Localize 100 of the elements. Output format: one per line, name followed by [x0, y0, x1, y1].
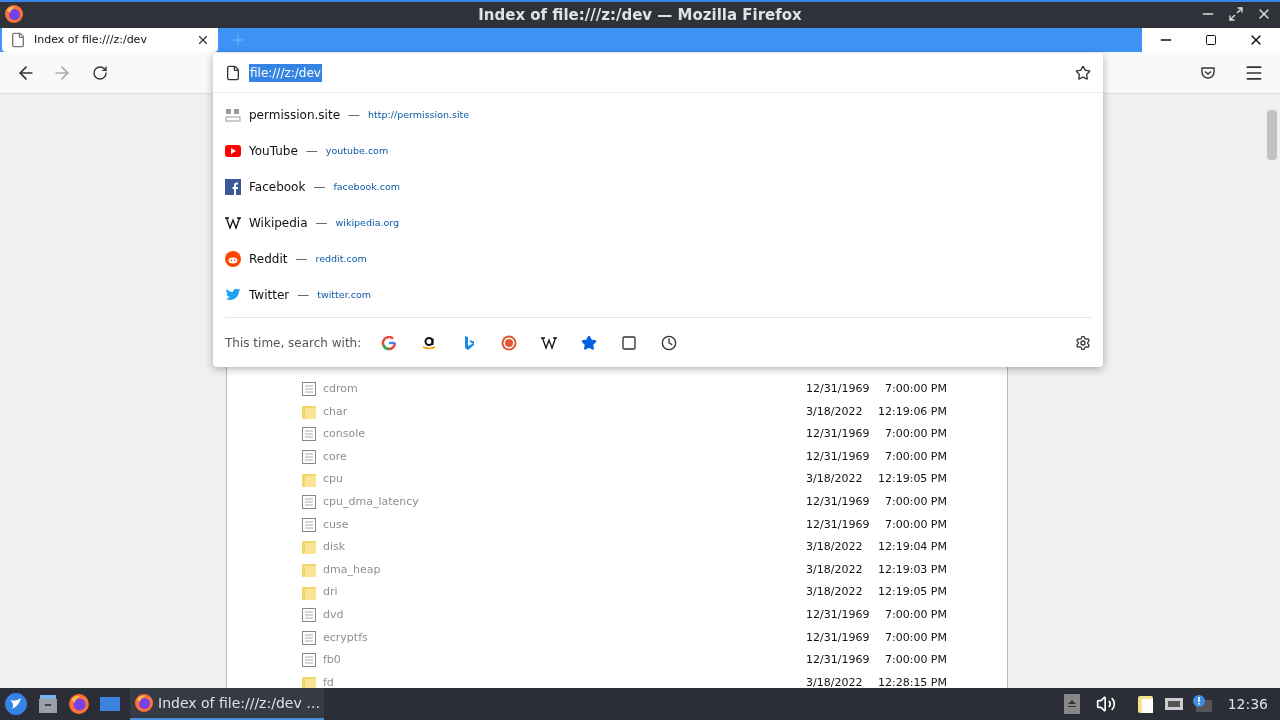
time-cell-text: 7:00:00 PM [883, 381, 947, 398]
file-cabinet-icon[interactable] [36, 692, 60, 716]
alien-logo-icon [225, 251, 241, 267]
dash-separator: — [295, 251, 308, 268]
suggestion-title: Reddit [249, 251, 288, 268]
file-name-link[interactable]: ecryptfs [323, 629, 732, 647]
a-logo-icon[interactable] [421, 334, 438, 351]
suggestion-item[interactable]: Reddit — reddit.com [213, 241, 1103, 277]
play-logo-icon [225, 143, 241, 159]
time-cell-text: 7:00:00 PM [883, 516, 947, 533]
clipboard-icon[interactable] [1135, 694, 1156, 714]
restore-icon[interactable] [1205, 34, 1217, 46]
search-with-label: This time, search with: [225, 334, 362, 352]
w-logo-icon[interactable] [541, 334, 558, 351]
clock: 12:36 [1227, 694, 1268, 714]
dash-separator: — [305, 143, 318, 160]
date-cell-text: 3/18/2022 [806, 561, 864, 578]
date-cell-text: 12/31/1969 [806, 607, 871, 623]
taskbar-task[interactable]: Index of file:///z:/dev … [130, 688, 325, 720]
dash-separator: — [348, 107, 361, 124]
document-icon [301, 652, 317, 669]
volume-icon[interactable] [1095, 694, 1116, 714]
suggestion-item[interactable]: Twitter — twitter.com [213, 277, 1103, 313]
suggestion-url: wikipedia.org [335, 215, 400, 230]
date-cell-text: 3/18/2022 [806, 403, 864, 420]
file-name-link[interactable]: fb0 [323, 652, 732, 669]
start-menu-icon[interactable] [4, 692, 28, 716]
file-name-link[interactable]: cuse [323, 516, 732, 534]
notification-icon[interactable] [1191, 694, 1212, 714]
file-name-link[interactable]: cpu_dma_latency [323, 494, 732, 511]
date-cell-text: 3/18/2022 [806, 674, 864, 688]
file-name-link[interactable]: fd [323, 674, 732, 688]
date-cell-text: 12/31/1969 [806, 516, 871, 533]
file-name-link[interactable]: cdrom [323, 381, 732, 398]
suggestion-item[interactable]: Facebook — facebook.com [213, 169, 1103, 205]
document-icon [301, 516, 317, 533]
time-cell-text: 12:19:05 PM [876, 471, 947, 488]
time-cell-text: 7:00:00 PM [883, 607, 947, 623]
suggestion-url: reddit.com [315, 251, 367, 266]
bookmarks-icon[interactable] [581, 334, 598, 351]
document-icon [301, 629, 317, 646]
suggestion-url: http://permission.site [368, 107, 470, 122]
suggestion-title: permission.site [249, 107, 341, 124]
time-cell-text: 7:00:00 PM [883, 448, 947, 465]
eject-icon[interactable] [1063, 694, 1080, 714]
document-icon [301, 449, 317, 466]
file-name-link[interactable]: dvd [323, 607, 732, 624]
date-cell-text: 12/31/1969 [806, 448, 871, 465]
file-name-link[interactable]: dri [323, 584, 732, 601]
date-cell-text: 3/18/2022 [806, 584, 864, 601]
pocket-icon[interactable] [1200, 64, 1216, 81]
date-cell-text: 12/31/1969 [806, 494, 871, 510]
suggestion-item[interactable]: Wikipedia — wikipedia.org [213, 205, 1103, 241]
w-logo-icon [225, 215, 241, 231]
document-icon [301, 607, 317, 624]
suggestion-url: twitter.com [317, 287, 371, 302]
maximize-icon[interactable] [1228, 6, 1244, 22]
time-cell-text: 7:00:00 PM [883, 629, 947, 646]
tab-title: Index of file:///z:/dev [34, 31, 148, 48]
date-cell-text: 12/31/1969 [806, 426, 871, 443]
time-cell-text: 7:00:00 PM [883, 426, 947, 443]
g-logo-icon[interactable] [381, 334, 398, 351]
folder-icon [301, 539, 317, 556]
history-icon[interactable] [661, 334, 678, 351]
suggestion-title: Wikipedia [249, 215, 308, 232]
suggestion-title: YouTube [249, 143, 298, 160]
settings-icon[interactable] [1075, 334, 1091, 351]
time-cell-text: 7:00:00 PM [883, 494, 947, 510]
file-name-link[interactable]: core [323, 448, 732, 466]
firefox-launcher-icon [68, 693, 90, 715]
browser-tab[interactable]: Index of file:///z:/dev [2, 28, 218, 52]
close-tab-icon[interactable] [196, 33, 210, 47]
reload-icon[interactable] [92, 64, 108, 81]
suggestion-title: Facebook [249, 179, 306, 196]
file-name-link[interactable]: cpu [323, 471, 732, 488]
date-cell-text: 3/18/2022 [806, 539, 864, 556]
file-name-link[interactable]: disk [323, 539, 732, 556]
dash-separator: — [315, 215, 328, 232]
suggestion-title: Twitter [249, 287, 290, 304]
page-icon [10, 32, 26, 48]
date-cell-text: 12/31/1969 [806, 381, 871, 398]
file-name-link[interactable]: dma_heap [323, 561, 732, 579]
f-logo-icon [225, 179, 241, 195]
date-cell-text: 12/31/1969 [806, 652, 871, 669]
app-icon [4, 4, 24, 24]
time-cell-text: 7:00:00 PM [883, 652, 947, 669]
suggestion-item[interactable]: YouTube — youtube.com [213, 133, 1103, 169]
bookmark-star-icon[interactable] [1075, 64, 1091, 81]
page-icon [225, 64, 241, 81]
url-field[interactable]: file:///z:/dev [213, 53, 1103, 93]
file-name-link[interactable]: console [323, 426, 732, 443]
tabs-icon[interactable] [621, 334, 638, 351]
document-icon [301, 426, 317, 443]
file-name-link[interactable]: char [323, 403, 732, 421]
suggestion-item[interactable]: permission.site — http://permission.site [213, 97, 1103, 133]
time-cell-text: 12:19:04 PM [876, 539, 947, 556]
folder-icon [301, 403, 317, 420]
suggestion-url: facebook.com [333, 179, 401, 194]
folder-icon [301, 562, 317, 579]
url-value: file:///z:/dev [249, 63, 322, 82]
